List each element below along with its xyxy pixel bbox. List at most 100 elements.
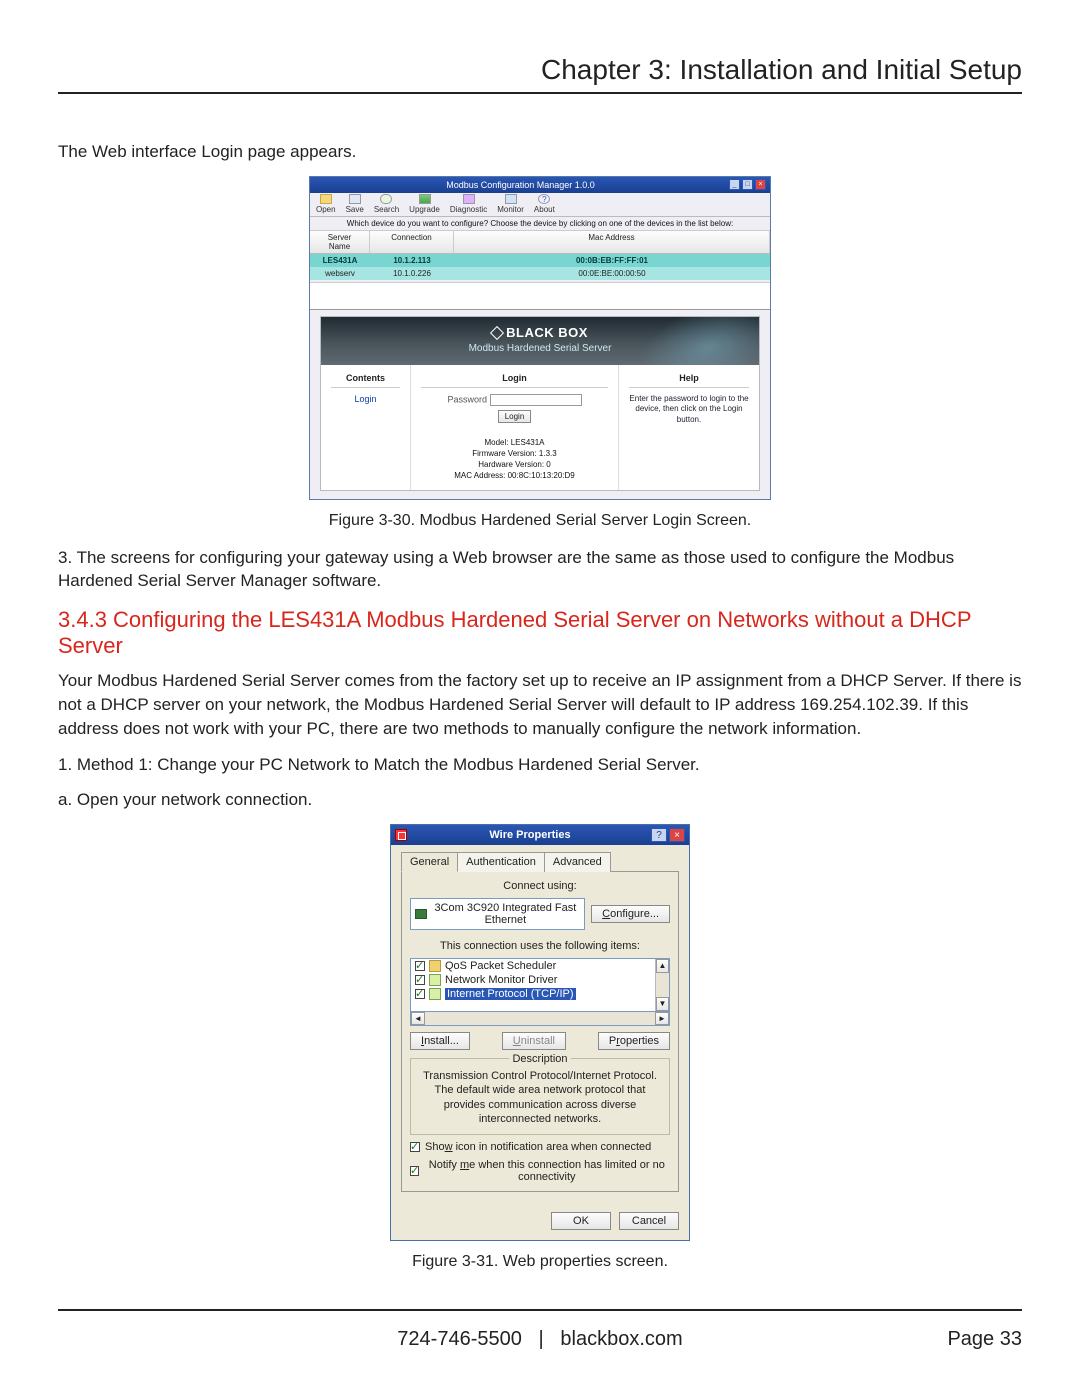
horizontal-scrollbar[interactable]: ◄ ► [410,1012,670,1026]
description-text: Transmission Control Protocol/Internet P… [419,1069,661,1126]
checkbox-icon[interactable] [415,989,425,999]
ok-button[interactable]: OK [551,1212,611,1230]
close-icon[interactable]: × [669,828,685,842]
upgrade-button[interactable]: Upgrade [409,194,440,214]
vertical-scrollbar[interactable]: ▲ ▼ [655,959,669,1011]
section-3-4-3-heading: 3.4.3 Configuring the LES431A Modbus Har… [58,607,1022,659]
toolbar: Open Save Search Upgrade Diagnostic Moni… [310,193,770,217]
component-icon [429,960,441,972]
checkbox-icon[interactable] [415,975,425,985]
tab-advanced[interactable]: Advanced [544,852,611,872]
wire-properties-dialog: Wire Properties ? × General Authenticati… [390,824,690,1241]
device-row[interactable]: webserv 10.1.0.226 00:0E:BE:00:00:50 [310,267,770,280]
grid-spacer [310,282,770,310]
window-title: Modbus Configuration Manager 1.0.0 [314,180,727,190]
help-column: Help Enter the password to login to the … [619,365,759,490]
contents-heading: Contents [331,373,400,383]
login-heading: Login [421,373,608,383]
tab-authentication[interactable]: Authentication [457,852,545,872]
nic-icon [415,909,427,919]
scroll-right-icon[interactable]: ► [655,1012,669,1025]
configure-button[interactable]: Configure... [591,905,670,923]
component-icon [429,988,441,1000]
brand-subtitle: Modbus Hardened Serial Server [335,343,745,354]
contents-column: Contents Login [321,365,411,490]
footer-rule [58,1309,1022,1311]
col-server-name[interactable]: Server Name [310,231,370,253]
info-mac: MAC Address: 00:8C:10:13:20:D9 [421,470,608,481]
notify-checkbox-row[interactable]: Notify me when this connection has limit… [410,1159,670,1183]
show-icon-checkbox-row[interactable]: Show icon in notification area when conn… [410,1141,670,1153]
footer-sep: | [539,1328,544,1350]
context-help-icon[interactable]: ? [651,828,667,842]
uses-items-label: This connection uses the following items… [410,940,670,952]
figure-3-30: Modbus Configuration Manager 1.0.0 _ □ ×… [58,176,1022,500]
properties-button[interactable]: Properties [598,1032,670,1050]
intro-text: The Web interface Login page appears. [58,140,1022,164]
help-heading: Help [629,373,749,383]
col-connection[interactable]: Connection [370,231,454,253]
component-icon [429,974,441,986]
login-button[interactable]: Login [498,410,532,423]
upgrade-icon [419,194,431,204]
about-button[interactable]: ?About [534,194,555,214]
dialog-tabs: General Authentication Advanced [401,851,679,871]
device-grid-header: Server Name Connection Mac Address [310,230,770,254]
description-label: Description [509,1053,570,1065]
network-icon [395,829,407,841]
contents-login-link[interactable]: Login [331,394,400,404]
figure-3-31-caption: Figure 3-31. Web properties screen. [58,1253,1022,1271]
device-row-selected[interactable]: LES431A 10.1.2.113 00:0B:EB:FF:FF:01 [310,254,770,267]
open-button[interactable]: Open [316,194,336,214]
figure-3-31: Wire Properties ? × General Authenticati… [58,824,1022,1241]
embedded-web-page: BLACK BOX Modbus Hardened Serial Server … [320,316,760,491]
brand-logo: BLACK BOX [335,325,745,340]
description-fieldset: Description Transmission Control Protoco… [410,1058,670,1135]
step-3: 3. The screens for configuring your gate… [58,546,1022,594]
monitor-button[interactable]: Monitor [497,194,524,214]
password-input[interactable] [490,394,582,406]
minimize-icon[interactable]: _ [729,179,740,190]
monitor-icon [505,194,517,204]
figure-3-30-caption: Figure 3-30. Modbus Hardened Serial Serv… [58,512,1022,530]
chapter-title: Chapter 3: Installation and Initial Setu… [58,54,1022,86]
maximize-icon[interactable]: □ [742,179,753,190]
cancel-button[interactable]: Cancel [619,1212,679,1230]
uninstall-button: Uninstall [502,1032,566,1050]
checkbox-icon[interactable] [410,1166,419,1176]
folder-icon [320,194,332,204]
dialog-title: Wire Properties [411,829,649,841]
header-rule [58,92,1022,94]
close-icon[interactable]: × [755,179,766,190]
scroll-up-icon[interactable]: ▲ [656,959,669,973]
section-3-4-3-p1: Your Modbus Hardened Serial Server comes… [58,669,1022,740]
tab-pane-general: Connect using: 3Com 3C920 Integrated Fas… [401,871,679,1192]
info-hardware: Hardware Version: 0 [421,459,608,470]
info-firmware: Firmware Version: 1.3.3 [421,448,608,459]
page-footer: 724-746-5500 | blackbox.com Page 33 [58,1328,1022,1351]
footer-phone: 724-746-5500 [397,1328,522,1350]
save-button[interactable]: Save [346,194,364,214]
diamond-icon [490,326,504,340]
list-item-selected[interactable]: Internet Protocol (TCP/IP) [411,987,655,1001]
password-label: Password [447,394,487,404]
adapter-field: 3Com 3C920 Integrated Fast Ethernet [410,898,585,930]
login-column: Login Password Login Model: LES431A Firm… [411,365,619,490]
device-info: Model: LES431A Firmware Version: 1.3.3 H… [421,437,608,482]
list-item[interactable]: QoS Packet Scheduler [411,959,655,973]
adapter-name: 3Com 3C920 Integrated Fast Ethernet [431,902,581,926]
list-item[interactable]: Network Monitor Driver [411,973,655,987]
diagnostic-button[interactable]: Diagnostic [450,194,487,214]
checkbox-icon[interactable] [410,1142,420,1152]
checkbox-icon[interactable] [415,961,425,971]
col-mac-address[interactable]: Mac Address [454,231,770,253]
diagnostic-icon [463,194,475,204]
install-button[interactable]: Install... [410,1032,470,1050]
scroll-left-icon[interactable]: ◄ [411,1012,425,1025]
search-button[interactable]: Search [374,194,399,214]
components-listbox[interactable]: QoS Packet Scheduler Network Monitor Dri… [410,958,670,1012]
window-titlebar: Modbus Configuration Manager 1.0.0 _ □ × [310,177,770,193]
tab-general[interactable]: General [401,852,458,872]
connect-using-label: Connect using: [410,880,670,892]
scroll-down-icon[interactable]: ▼ [656,997,669,1011]
